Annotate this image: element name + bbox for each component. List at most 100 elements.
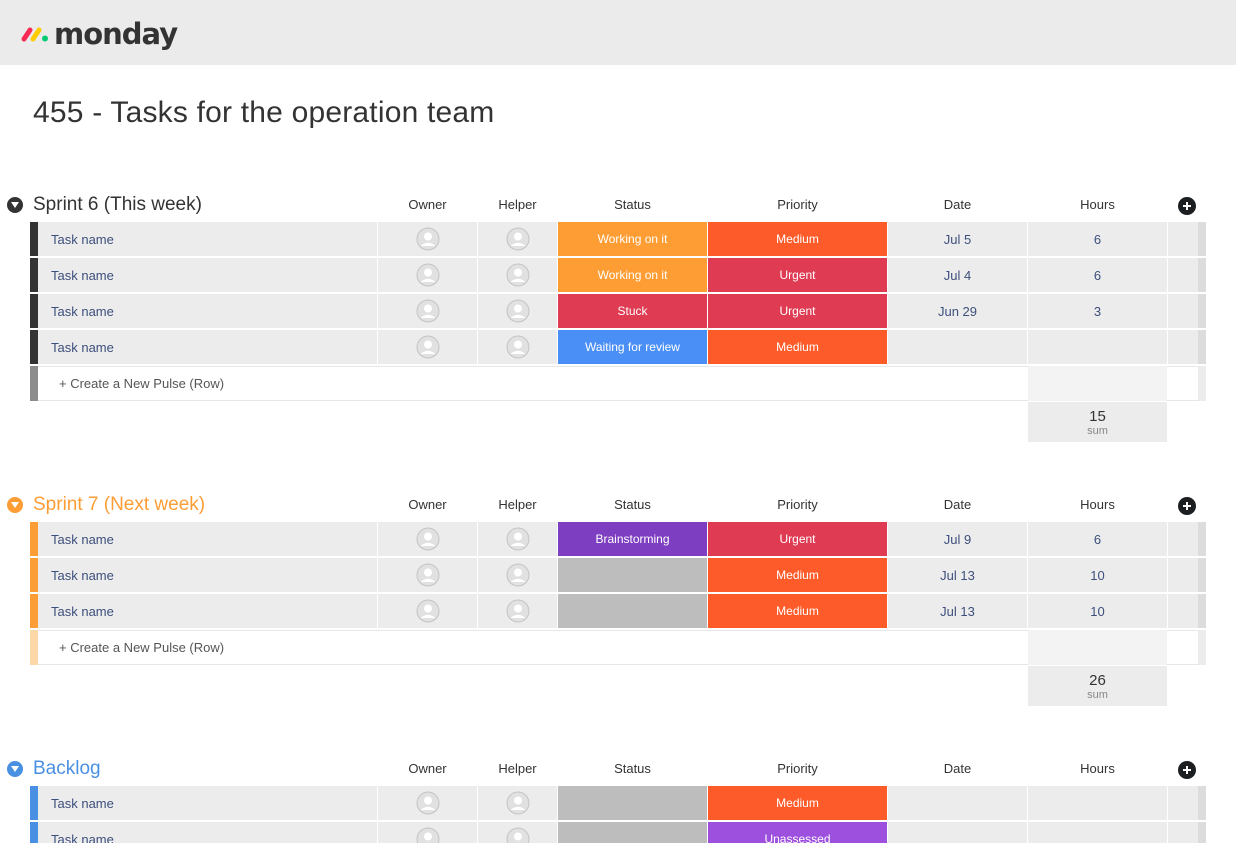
owner-cell[interactable] — [378, 330, 477, 364]
helper-cell[interactable] — [478, 558, 557, 592]
priority-cell[interactable]: Medium — [708, 594, 887, 628]
table-row[interactable]: Task name Waiting for review Medium — [0, 330, 1236, 366]
table-row[interactable]: Task name Medium Jul 13 10 — [0, 594, 1236, 630]
table-row[interactable]: Task name Working on it Urgent Jul 4 6 — [0, 258, 1236, 294]
hours-cell[interactable]: 10 — [1028, 558, 1167, 592]
helper-cell[interactable] — [478, 294, 557, 328]
column-header-priority[interactable]: Priority — [708, 197, 887, 213]
helper-cell[interactable] — [478, 594, 557, 628]
column-header-priority[interactable]: Priority — [708, 497, 887, 513]
owner-cell[interactable] — [378, 822, 477, 843]
collapse-group-icon[interactable] — [7, 761, 23, 777]
hours-sum[interactable]: 15 sum — [1028, 402, 1167, 442]
table-row[interactable]: Task name Medium — [0, 786, 1236, 822]
helper-cell[interactable] — [478, 222, 557, 256]
priority-cell[interactable]: Urgent — [708, 258, 887, 292]
create-new-pulse-input[interactable]: + Create a New Pulse (Row) — [38, 366, 1028, 401]
add-column-icon[interactable] — [1178, 497, 1196, 515]
helper-cell[interactable] — [478, 522, 557, 556]
status-cell[interactable]: Working on it — [558, 258, 707, 292]
hours-cell[interactable]: 6 — [1028, 222, 1167, 256]
hours-cell[interactable] — [1028, 330, 1167, 364]
task-name-cell[interactable]: Task name — [38, 330, 377, 364]
column-header-owner[interactable]: Owner — [378, 197, 477, 213]
status-cell[interactable]: Brainstorming — [558, 522, 707, 556]
date-cell[interactable] — [888, 822, 1027, 843]
helper-cell[interactable] — [478, 822, 557, 843]
task-name-cell[interactable]: Task name — [38, 786, 377, 820]
status-cell[interactable] — [558, 822, 707, 843]
table-row[interactable]: Task name Working on it Medium Jul 5 6 — [0, 222, 1236, 258]
hours-cell[interactable] — [1028, 822, 1167, 843]
owner-cell[interactable] — [378, 258, 477, 292]
priority-cell[interactable]: Urgent — [708, 294, 887, 328]
owner-cell[interactable] — [378, 522, 477, 556]
priority-cell[interactable]: Medium — [708, 330, 887, 364]
hours-cell[interactable]: 6 — [1028, 258, 1167, 292]
table-row[interactable]: Task name Medium Jul 13 10 — [0, 558, 1236, 594]
column-header-priority[interactable]: Priority — [708, 761, 887, 777]
table-row[interactable]: Task name Stuck Urgent Jun 29 3 — [0, 294, 1236, 330]
table-row[interactable]: Task name Brainstorming Urgent Jul 9 6 — [0, 522, 1236, 558]
column-header-date[interactable]: Date — [888, 497, 1027, 513]
column-header-owner[interactable]: Owner — [378, 761, 477, 777]
column-header-status[interactable]: Status — [558, 497, 707, 513]
hours-cell[interactable]: 10 — [1028, 594, 1167, 628]
date-cell[interactable]: Jul 5 — [888, 222, 1027, 256]
status-cell[interactable]: Stuck — [558, 294, 707, 328]
owner-cell[interactable] — [378, 786, 477, 820]
date-cell[interactable]: Jun 29 — [888, 294, 1027, 328]
task-name-cell[interactable]: Task name — [38, 522, 377, 556]
task-name-cell[interactable]: Task name — [38, 594, 377, 628]
priority-cell[interactable]: Medium — [708, 558, 887, 592]
hours-sum[interactable]: 26 sum — [1028, 666, 1167, 706]
priority-cell[interactable]: Medium — [708, 222, 887, 256]
collapse-group-icon[interactable] — [7, 197, 23, 213]
column-header-hours[interactable]: Hours — [1028, 197, 1167, 213]
owner-cell[interactable] — [378, 594, 477, 628]
table-row[interactable]: Task name Unassessed — [0, 822, 1236, 843]
priority-cell[interactable]: Medium — [708, 786, 887, 820]
helper-cell[interactable] — [478, 258, 557, 292]
group-title[interactable]: Backlog — [33, 758, 101, 780]
priority-cell[interactable]: Urgent — [708, 522, 887, 556]
collapse-group-icon[interactable] — [7, 497, 23, 513]
hours-cell[interactable] — [1028, 786, 1167, 820]
monday-logo[interactable]: monday — [20, 17, 178, 51]
priority-cell[interactable]: Unassessed — [708, 822, 887, 843]
column-header-hours[interactable]: Hours — [1028, 761, 1167, 777]
column-header-owner[interactable]: Owner — [378, 497, 477, 513]
date-cell[interactable]: Jul 4 — [888, 258, 1027, 292]
column-header-date[interactable]: Date — [888, 761, 1027, 777]
owner-cell[interactable] — [378, 558, 477, 592]
status-cell[interactable]: Working on it — [558, 222, 707, 256]
column-header-helper[interactable]: Helper — [478, 497, 557, 513]
create-new-pulse-input[interactable]: + Create a New Pulse (Row) — [38, 630, 1028, 665]
column-header-date[interactable]: Date — [888, 197, 1027, 213]
column-header-status[interactable]: Status — [558, 197, 707, 213]
add-column-icon[interactable] — [1178, 761, 1196, 779]
task-name-cell[interactable]: Task name — [38, 294, 377, 328]
column-header-helper[interactable]: Helper — [478, 197, 557, 213]
column-header-helper[interactable]: Helper — [478, 761, 557, 777]
column-header-hours[interactable]: Hours — [1028, 497, 1167, 513]
date-cell[interactable]: Jul 9 — [888, 522, 1027, 556]
date-cell[interactable]: Jul 13 — [888, 594, 1027, 628]
task-name-cell[interactable]: Task name — [38, 822, 377, 843]
helper-cell[interactable] — [478, 786, 557, 820]
board-title[interactable]: 455 - Tasks for the operation team — [33, 96, 495, 130]
status-cell[interactable]: Waiting for review — [558, 330, 707, 364]
status-cell[interactable] — [558, 558, 707, 592]
date-cell[interactable] — [888, 786, 1027, 820]
task-name-cell[interactable]: Task name — [38, 258, 377, 292]
column-header-status[interactable]: Status — [558, 761, 707, 777]
owner-cell[interactable] — [378, 222, 477, 256]
task-name-cell[interactable]: Task name — [38, 222, 377, 256]
status-cell[interactable] — [558, 786, 707, 820]
helper-cell[interactable] — [478, 330, 557, 364]
hours-cell[interactable]: 6 — [1028, 522, 1167, 556]
hours-cell[interactable]: 3 — [1028, 294, 1167, 328]
owner-cell[interactable] — [378, 294, 477, 328]
group-title[interactable]: Sprint 7 (Next week) — [33, 494, 205, 516]
task-name-cell[interactable]: Task name — [38, 558, 377, 592]
